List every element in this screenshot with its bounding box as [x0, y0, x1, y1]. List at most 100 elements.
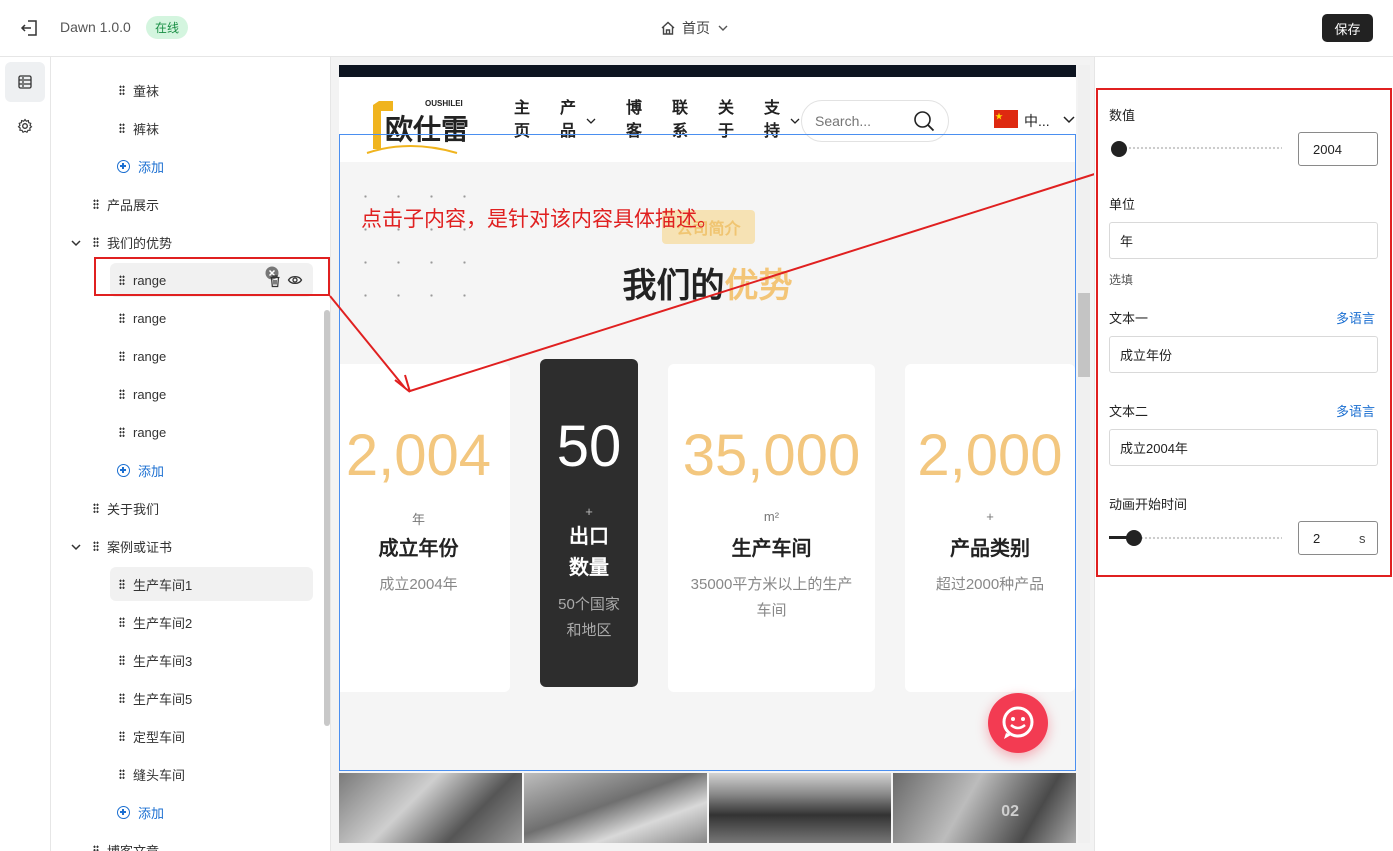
drag-handle-icon[interactable]	[93, 237, 99, 247]
add-block-button[interactable]: 添加	[117, 149, 164, 183]
drag-handle-icon[interactable]	[93, 845, 99, 851]
save-button[interactable]: 保存	[1322, 14, 1373, 42]
tree-item[interactable]: 童袜	[119, 73, 159, 107]
drag-handle-icon[interactable]	[119, 123, 125, 133]
text1-label: 文本一	[1109, 311, 1149, 326]
chat-button[interactable]	[988, 693, 1048, 753]
exit-icon[interactable]	[20, 18, 40, 38]
icon-rail	[0, 57, 51, 851]
search-input[interactable]	[815, 113, 910, 129]
anim-unit: s	[1359, 530, 1366, 546]
add-icon	[117, 463, 130, 477]
drag-handle-icon[interactable]	[119, 351, 125, 361]
drag-handle-icon[interactable]	[119, 731, 125, 741]
text1-input[interactable]: 成立年份	[1109, 336, 1378, 373]
logo-small-text: OUSHILEI	[425, 99, 463, 108]
page-name: 首页	[682, 20, 710, 36]
workshop-photo[interactable]	[523, 773, 707, 843]
unit-input[interactable]: 年	[1109, 222, 1378, 259]
tree-item[interactable]: range	[119, 301, 166, 335]
tree-item[interactable]: range	[119, 415, 166, 449]
tree-item[interactable]: range	[119, 377, 166, 411]
value-input[interactable]: 2004	[1298, 132, 1378, 166]
drag-handle-icon[interactable]	[119, 655, 125, 665]
preview-scroll-track	[1078, 65, 1090, 843]
section-tree: 童袜 裤袜 添加 产品展示 我们的优势 range range range ra…	[51, 57, 331, 851]
gear-icon	[17, 118, 33, 134]
anim-slider-track[interactable]	[1136, 536, 1282, 540]
tree-item[interactable]: 定型车间	[119, 719, 185, 753]
text2-label: 文本二	[1109, 404, 1149, 419]
highlight-box-tree	[94, 257, 330, 296]
anim-input[interactable]: 2 s	[1298, 521, 1378, 555]
search-icon[interactable]	[913, 110, 935, 132]
drag-handle-icon[interactable]	[93, 541, 99, 551]
multilang-link[interactable]: 多语言	[1336, 308, 1375, 327]
sections-tab[interactable]	[5, 62, 45, 102]
chevron-down-icon[interactable]	[70, 541, 82, 553]
value-slider-thumb[interactable]	[1111, 141, 1127, 157]
preview-canvas: OUSHILEI 欧仕雷 主页 产品 博客 联系 关于 支持 中... 公司简介…	[331, 57, 1094, 851]
text2-input[interactable]: 成立2004年	[1109, 429, 1378, 466]
tree-section-cases[interactable]: 案例或证书	[93, 529, 172, 563]
drag-handle-icon[interactable]	[93, 199, 99, 209]
tree-section-blog[interactable]: 博客文章	[93, 833, 159, 851]
drag-handle-icon[interactable]	[119, 579, 125, 589]
status-badge: 在线	[146, 16, 189, 39]
tree-scrollbar[interactable]	[324, 310, 330, 726]
chat-smile-icon	[1002, 706, 1034, 739]
value-label: 数值	[1109, 108, 1136, 123]
sections-icon	[18, 75, 32, 89]
drag-handle-icon[interactable]	[119, 85, 125, 95]
tree-section-our-advantages[interactable]: 我们的优势	[93, 225, 172, 259]
multilang-link[interactable]: 多语言	[1336, 401, 1375, 420]
anim-label: 动画开始时间	[1109, 497, 1188, 512]
chevron-down-icon[interactable]	[790, 117, 800, 125]
tree-item[interactable]: 生产车间1	[110, 567, 313, 601]
drag-handle-icon[interactable]	[119, 693, 125, 703]
app-name: Dawn 1.0.0	[60, 19, 131, 35]
value-slider-track[interactable]	[1120, 146, 1282, 150]
workshop-photo[interactable]	[708, 773, 892, 843]
tree-section-product-display[interactable]: 产品展示	[93, 187, 159, 221]
selected-section-outline	[339, 134, 1076, 771]
unit-help-text: 选填	[1109, 273, 1134, 287]
workshop-photo[interactable]	[339, 773, 522, 843]
tree-item[interactable]: 生产车间5	[119, 681, 192, 715]
tree-item[interactable]: 生产车间3	[119, 643, 192, 677]
drag-handle-icon[interactable]	[119, 313, 125, 323]
chevron-down-icon[interactable]	[70, 237, 82, 249]
workshop-photo-strip: 02	[339, 773, 1076, 843]
drag-handle-icon[interactable]	[119, 389, 125, 399]
add-block-button[interactable]: 添加	[117, 795, 164, 829]
preview-frame: OUSHILEI 欧仕雷 主页 产品 博客 联系 关于 支持 中... 公司简介…	[339, 65, 1076, 843]
tree-item[interactable]: 缝头车间	[119, 757, 185, 791]
drag-handle-icon[interactable]	[93, 503, 99, 513]
page-selector[interactable]: 首页	[660, 18, 730, 38]
drag-handle-icon[interactable]	[119, 427, 125, 437]
top-bar: Dawn 1.0.0 在线 首页 保存	[0, 0, 1393, 57]
language-selector[interactable]: 中...	[1024, 111, 1050, 131]
site-topbar	[339, 65, 1076, 77]
chevron-down-icon	[718, 25, 728, 31]
photo-number: 02	[1001, 803, 1020, 820]
chevron-down-icon[interactable]	[1063, 115, 1075, 125]
tree-item[interactable]: 生产车间2	[119, 605, 192, 639]
preview-scrollbar[interactable]	[1078, 293, 1090, 377]
tree-section-about-us[interactable]: 关于我们	[93, 491, 159, 525]
add-icon	[117, 805, 130, 819]
tree-item[interactable]: range	[119, 339, 166, 373]
china-flag-icon[interactable]	[994, 110, 1018, 128]
settings-tab[interactable]	[5, 106, 45, 146]
chevron-down-icon[interactable]	[586, 117, 596, 125]
add-icon	[117, 159, 130, 173]
home-icon	[661, 21, 675, 35]
tree-item[interactable]: 裤袜	[119, 111, 159, 145]
anim-value: 2	[1313, 530, 1321, 546]
workshop-photo[interactable]: 02	[893, 773, 1076, 843]
anim-slider-thumb[interactable]	[1126, 530, 1142, 546]
drag-handle-icon[interactable]	[119, 769, 125, 779]
add-block-button[interactable]: 添加	[117, 453, 164, 487]
drag-handle-icon[interactable]	[119, 617, 125, 627]
unit-label: 单位	[1109, 197, 1136, 212]
